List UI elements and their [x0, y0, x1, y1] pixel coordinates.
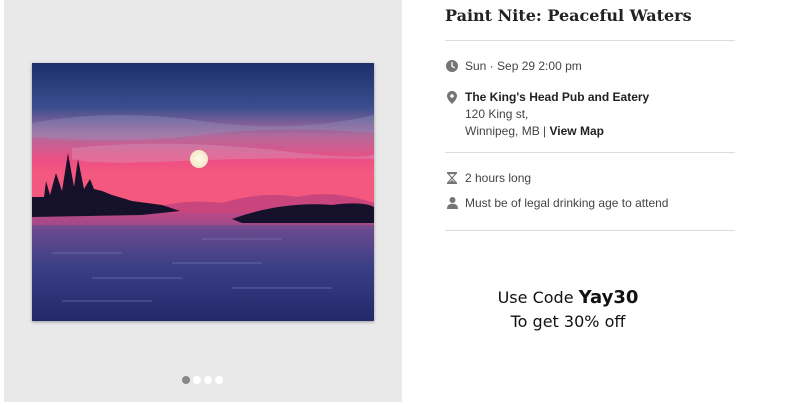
age-requirement: Must be of legal drinking age to attend [465, 196, 669, 210]
event-age-row: Must be of legal drinking age to attend [445, 196, 668, 210]
event-date-row: Sun · Sep 29 2:00 pm [445, 59, 582, 73]
carousel-dot-1[interactable] [182, 376, 190, 384]
venue-city: Winnipeg, MB [465, 124, 540, 138]
divider [445, 230, 735, 231]
venue-city-line: Winnipeg, MB | View Map [465, 123, 649, 140]
hourglass-icon [445, 171, 459, 185]
promo-line-2: To get 30% off [510, 312, 626, 331]
promo-line-1: Use Code Yay30 [468, 286, 668, 310]
divider [445, 40, 735, 41]
venue-separator: | [539, 124, 550, 138]
person-icon [445, 196, 459, 210]
event-location-row: The King's Head Pub and Eatery 120 King … [445, 89, 649, 140]
venue-details: The King's Head Pub and Eatery 120 King … [465, 89, 649, 140]
venue-street: 120 King st, [465, 107, 529, 121]
painting-artwork [32, 63, 374, 321]
divider [445, 152, 735, 153]
event-title: Paint Nite: Peaceful Waters [445, 6, 692, 25]
clock-icon [445, 59, 459, 73]
image-gallery [4, 0, 402, 402]
carousel-dot-4[interactable] [215, 376, 223, 384]
venue-name: The King's Head Pub and Eatery [465, 90, 650, 104]
view-map-link[interactable]: View Map [550, 124, 604, 138]
promo-banner: Use Code Yay30 To get 30% off [468, 286, 668, 334]
promo-prefix: Use Code [497, 288, 579, 307]
promo-code: Yay30 [578, 287, 639, 308]
event-date-time: Sun · Sep 29 2:00 pm [465, 59, 582, 73]
event-duration-row: 2 hours long [445, 171, 531, 185]
carousel-dot-3[interactable] [204, 376, 212, 384]
carousel-dot-2[interactable] [193, 376, 201, 384]
map-pin-icon [445, 90, 459, 104]
painting-image[interactable] [32, 63, 374, 321]
event-duration: 2 hours long [465, 171, 532, 185]
carousel-dots [182, 376, 223, 384]
